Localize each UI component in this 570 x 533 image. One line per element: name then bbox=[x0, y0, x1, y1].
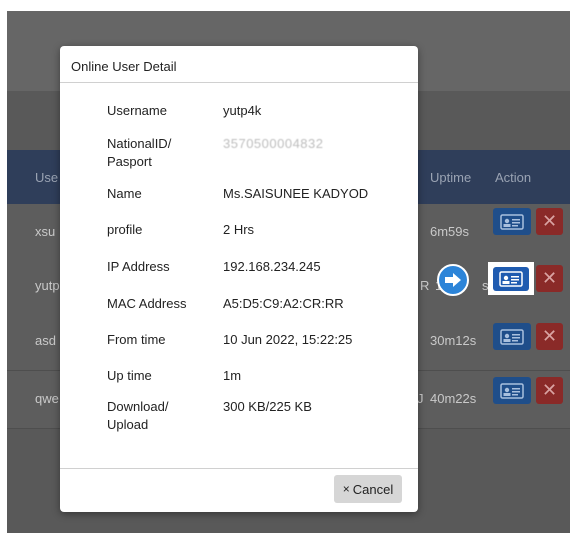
header-user: Use bbox=[35, 170, 59, 185]
id-card-icon bbox=[500, 382, 524, 399]
label-line: Upload bbox=[107, 417, 149, 432]
label-profile: profile bbox=[107, 222, 143, 237]
delete-button[interactable]: ✕ bbox=[536, 265, 563, 292]
online-user-detail-modal: Online User Detail Username yutp4k Natio… bbox=[60, 46, 418, 512]
view-detail-button[interactable] bbox=[493, 377, 531, 404]
view-detail-button-highlighted[interactable] bbox=[488, 262, 534, 295]
close-icon: ✕ bbox=[541, 380, 558, 400]
row-uptime: 40m22s bbox=[430, 391, 477, 406]
row-user: xsu bbox=[35, 224, 56, 239]
divider bbox=[60, 468, 418, 469]
label-name: Name bbox=[107, 186, 142, 201]
row-extra: R bbox=[420, 278, 430, 293]
label-line: Download/ bbox=[107, 399, 169, 414]
value-ip-address: 192.168.234.245 bbox=[223, 259, 321, 274]
label-ip-address: IP Address bbox=[107, 259, 170, 274]
label-up-time: Up time bbox=[107, 368, 152, 383]
close-icon: ✕ bbox=[541, 211, 558, 231]
value-up-time: 1m bbox=[223, 368, 242, 383]
label-national-id: NationalID/ Pasport bbox=[107, 135, 171, 171]
value-from-time: 10 Jun 2022, 15:22:25 bbox=[223, 332, 353, 347]
cancel-button[interactable]: × Cancel bbox=[334, 475, 402, 503]
id-card-icon bbox=[493, 266, 529, 291]
value-profile: 2 Hrs bbox=[223, 222, 255, 237]
header-action: Action bbox=[495, 170, 532, 185]
header-uptime: Uptime bbox=[430, 170, 472, 185]
id-card-icon bbox=[500, 213, 524, 230]
row-user: asd bbox=[35, 333, 56, 348]
close-icon: ✕ bbox=[541, 326, 558, 346]
label-username: Username bbox=[107, 103, 167, 118]
value-national-id: 3570500004832 bbox=[223, 136, 324, 151]
value-username: yutp4k bbox=[223, 103, 262, 118]
label-mac-address: MAC Address bbox=[107, 296, 187, 311]
close-icon: × bbox=[342, 482, 350, 496]
id-card-icon bbox=[500, 328, 524, 345]
delete-button[interactable]: ✕ bbox=[536, 323, 563, 350]
delete-button[interactable]: ✕ bbox=[536, 377, 563, 404]
value-download-upload: 300 KB/225 KB bbox=[223, 399, 312, 414]
modal-title: Online User Detail bbox=[71, 59, 177, 74]
label-line: NationalID/ bbox=[107, 136, 172, 151]
arrow-right-icon bbox=[437, 264, 469, 296]
row-user: yutp bbox=[35, 278, 60, 293]
label-line: Pasport bbox=[107, 154, 152, 169]
row-user: qwe bbox=[35, 391, 59, 406]
row-uptime: 6m59s bbox=[430, 224, 470, 239]
cancel-label: Cancel bbox=[352, 481, 394, 497]
close-icon: ✕ bbox=[541, 268, 558, 288]
value-name: Ms.SAISUNEE KADYOD bbox=[223, 186, 369, 201]
divider bbox=[60, 82, 418, 83]
delete-button[interactable]: ✕ bbox=[536, 208, 563, 235]
value-mac-address: A5:D5:C9:A2:CR:RR bbox=[223, 296, 344, 311]
label-download-upload: Download/ Upload bbox=[107, 398, 168, 434]
view-detail-button[interactable] bbox=[493, 208, 531, 235]
view-detail-button[interactable] bbox=[493, 323, 531, 350]
row-uptime: 30m12s bbox=[430, 333, 477, 348]
label-from-time: From time bbox=[107, 332, 166, 347]
